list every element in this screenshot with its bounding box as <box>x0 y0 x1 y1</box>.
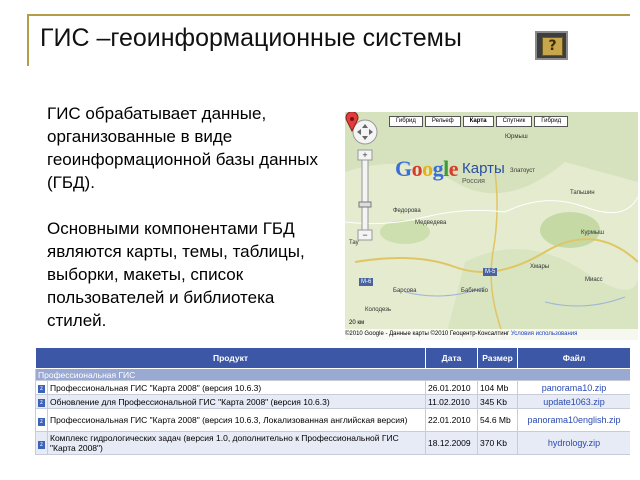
table-row: z Обновление для Профессиональной ГИС "К… <box>35 394 630 409</box>
svg-text:+: + <box>362 150 367 160</box>
question-mark-icon: ? <box>542 37 563 56</box>
map-city: Бабичево <box>461 288 488 294</box>
tab-map[interactable]: Карта <box>462 116 494 127</box>
table-row: z Профессиональная ГИС "Карта 2008" (вер… <box>35 380 630 395</box>
download-link[interactable]: panorama10.zip <box>517 380 630 395</box>
release-date: 26.01.2010 <box>425 380 478 395</box>
release-date: 22.01.2010 <box>425 408 478 432</box>
terms-link[interactable]: Условия использования <box>511 331 578 337</box>
slide-title: ГИС –геоинформационные системы <box>40 24 462 52</box>
map-region: Россия <box>462 178 485 185</box>
header-size: Размер <box>477 347 518 369</box>
file-size: 345 Kb <box>477 394 518 409</box>
map-city: Юрмыш <box>505 134 528 140</box>
svg-text:−: − <box>362 230 367 240</box>
download-link[interactable]: update1063.zip <box>517 394 630 409</box>
file-size: 54.6 Mb <box>477 408 518 432</box>
paragraph-gis-data: ГИС обрабатывает данные, организованные … <box>47 104 319 192</box>
map-city: Златоуст <box>510 168 535 174</box>
download-link[interactable]: panorama10english.zip <box>517 408 630 432</box>
archive-icon: z <box>38 385 45 393</box>
table-row: z Комплекс гидрологических задач (версия… <box>35 431 630 455</box>
tab-satellite[interactable]: Спутник <box>495 116 533 127</box>
product-name: Профессиональная ГИС "Карта 2008" (верси… <box>47 408 426 432</box>
product-name: Комплекс гидрологических задач (версия 1… <box>47 431 426 455</box>
map-type-tabs: Гибрид Рельеф Карта Спутник Гибрид <box>389 116 570 127</box>
product-name: Обновление для Профессиональной ГИС "Кар… <box>47 394 426 409</box>
map-footer: ©2010 Google - Данные карты ©2010 Геоцен… <box>345 329 638 340</box>
product-name: Профессиональная ГИС "Карта 2008" (верси… <box>47 380 426 395</box>
paragraph-gbd-components: Основными компонентами ГБД являются карт… <box>47 219 305 330</box>
tab-terrain[interactable]: Рельеф <box>424 116 461 127</box>
table-header-row: Продукт Дата Размер Файл <box>35 347 630 369</box>
archive-icon: z <box>38 399 45 407</box>
map-city: Курмыш <box>581 230 605 236</box>
map-city: Колодезь <box>365 307 392 313</box>
map-city: Федорова <box>393 208 421 214</box>
location-pin-icon[interactable] <box>345 112 359 132</box>
highway-shield: М-6 <box>359 278 374 286</box>
archive-icon: z <box>38 440 45 449</box>
map-scale: 20 км <box>349 320 365 326</box>
map-copyright: ©2010 Google - Данные карты ©2010 Геоцен… <box>345 331 510 337</box>
map-city: Тапьшин <box>570 190 595 196</box>
tab-hybrid-top[interactable]: Гибрид <box>389 116 423 127</box>
map-city: Миасс <box>585 277 603 283</box>
release-date: 18.12.2009 <box>425 431 478 455</box>
release-date: 11.02.2010 <box>425 394 478 409</box>
downloads-table: Продукт Дата Размер Файл Профессиональна… <box>35 347 630 459</box>
header-file: Файл <box>517 347 630 369</box>
archive-icon: z <box>38 417 45 426</box>
maps-service-name: Карты <box>462 160 505 177</box>
file-size: 370 Kb <box>477 431 518 455</box>
map-terrain: + − <box>345 112 638 340</box>
google-map[interactable]: + − Гибрид Рельеф Карта Спутник Гибрид G… <box>345 112 638 340</box>
table-row: z Профессиональная ГИС "Карта 2008" (вер… <box>35 408 630 432</box>
google-logo: Google <box>395 156 459 181</box>
help-button[interactable]: ? <box>535 31 568 60</box>
header-date: Дата <box>425 347 478 369</box>
download-link[interactable]: hydrology.zip <box>517 431 630 455</box>
map-city: Тау <box>349 240 359 246</box>
map-city: Барсова <box>393 288 417 294</box>
tab-hybrid[interactable]: Гибрид <box>534 116 569 127</box>
table-section-row: Профессиональная ГИС <box>35 368 630 381</box>
header-product: Продукт <box>35 347 426 369</box>
section-title: Профессиональная ГИС <box>35 368 630 381</box>
map-city: Хмары <box>530 264 550 270</box>
map-city: Медведева <box>415 220 447 226</box>
file-size: 104 Mb <box>477 380 518 395</box>
highway-shield: М-5 <box>483 268 498 276</box>
